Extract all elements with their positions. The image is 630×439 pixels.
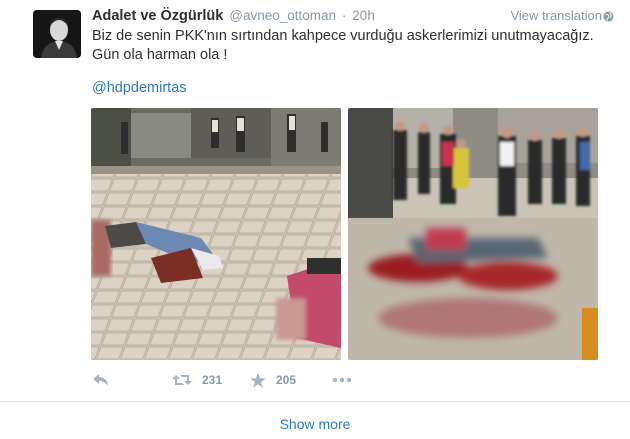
favorite-count: 205: [276, 373, 297, 387]
photo-right[interactable]: [348, 108, 598, 360]
show-more-label: Show more: [279, 416, 351, 432]
author-handle[interactable]: @avneo_ottoman: [229, 8, 336, 23]
avatar-image: [33, 10, 81, 58]
reply-button[interactable]: [92, 369, 110, 391]
street-photo: [91, 108, 341, 360]
favorite-button[interactable]: 205: [250, 369, 296, 391]
retweet-icon: [172, 375, 192, 385]
media-grid: [91, 108, 598, 361]
more-icon: [332, 377, 352, 383]
globe-icon[interactable]: [603, 11, 614, 22]
retweet-button[interactable]: 231: [172, 369, 222, 391]
tweet-text-line: Gün ola harman ola !: [92, 47, 228, 63]
crowd-photo: [348, 108, 598, 360]
avatar[interactable]: [33, 10, 81, 58]
tweet-text: Biz de senin PKK'nın sırtından kahpece v…: [92, 27, 612, 65]
retweet-count: 231: [202, 373, 223, 387]
tweet-timestamp[interactable]: 20h: [352, 8, 375, 23]
reply-icon: [93, 374, 108, 386]
tweet-text-line: Biz de senin PKK'nın sırtından kahpece v…: [92, 28, 594, 44]
tweet[interactable]: Adalet ve Özgürlük @avneo_ottoman · 20h …: [0, 0, 630, 401]
show-more-button[interactable]: Show more: [0, 402, 630, 439]
author-fullname[interactable]: Adalet ve Özgürlük: [92, 8, 223, 24]
more-button[interactable]: [332, 369, 352, 391]
mention-link[interactable]: @hdpdemirtas: [92, 80, 187, 96]
photo-left[interactable]: [91, 108, 341, 360]
view-translation-link[interactable]: View translation: [510, 8, 602, 23]
star-icon: [250, 372, 266, 387]
tweet-actions: 231 205: [92, 369, 392, 391]
time-separator: ·: [341, 8, 347, 23]
